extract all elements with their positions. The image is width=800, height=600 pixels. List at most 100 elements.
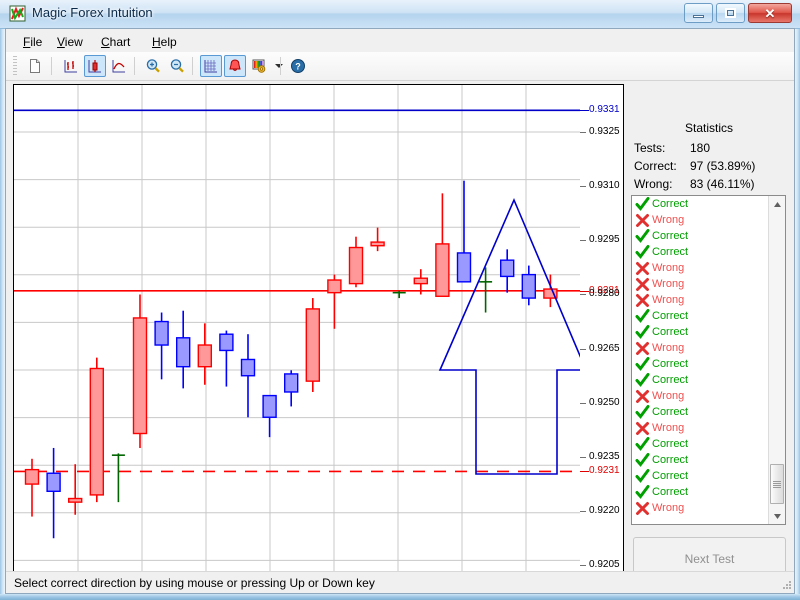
result-list-item[interactable]: Correct bbox=[632, 468, 769, 484]
title-bar: Magic Forex Intuition ✕ bbox=[0, 0, 800, 29]
result-list-item[interactable]: Correct bbox=[632, 452, 769, 468]
grid-toggle-button[interactable] bbox=[200, 55, 222, 77]
result-list-item[interactable]: Correct bbox=[632, 308, 769, 324]
color-settings-icon bbox=[252, 59, 266, 73]
price-axis-tick bbox=[580, 131, 586, 133]
menu-item-view[interactable]: View bbox=[50, 33, 90, 51]
scrollbar-thumb[interactable] bbox=[770, 464, 784, 504]
menu-item-help[interactable]: Help bbox=[145, 33, 184, 51]
result-list-item[interactable]: Wrong bbox=[632, 340, 769, 356]
prediction-arrow-up-icon[interactable] bbox=[438, 197, 580, 475]
chart-panel[interactable]: 0.9331 0.9325 0.9310 0.9295 0.9281 0.9280 0.92… bbox=[13, 84, 624, 588]
app-logo-icon bbox=[9, 5, 26, 22]
result-item-label: Correct bbox=[652, 437, 689, 450]
result-item-label: Correct bbox=[652, 485, 689, 498]
scrollbar-thumb-grip bbox=[773, 480, 781, 488]
scroll-down-button[interactable] bbox=[769, 508, 785, 524]
result-item-label: Wrong bbox=[652, 501, 685, 514]
wrong-label: Wrong: bbox=[634, 177, 673, 191]
price-axis-label: 0.9235 bbox=[589, 450, 620, 462]
check-icon bbox=[635, 452, 650, 467]
minimize-button[interactable] bbox=[684, 3, 713, 23]
result-list-item[interactable]: Wrong bbox=[632, 420, 769, 436]
resize-grip-icon[interactable] bbox=[780, 579, 792, 591]
new-test-icon bbox=[30, 59, 40, 73]
price-chart-plot[interactable] bbox=[14, 85, 580, 587]
price-axis-tick bbox=[580, 471, 589, 473]
menu-view-rest: iew bbox=[64, 35, 83, 49]
price-axis-tick bbox=[580, 402, 586, 404]
check-icon bbox=[635, 484, 650, 499]
result-list-item[interactable]: Correct bbox=[632, 324, 769, 340]
cross-icon bbox=[636, 293, 649, 307]
result-list-item[interactable]: Correct bbox=[632, 372, 769, 388]
cross-icon bbox=[636, 421, 649, 435]
zoom-in-button[interactable] bbox=[142, 55, 164, 77]
color-settings-button[interactable] bbox=[248, 55, 270, 77]
candlestick-chart-button[interactable] bbox=[84, 55, 106, 77]
result-list-item[interactable]: Correct bbox=[632, 244, 769, 260]
price-axis: 0.9331 0.9325 0.9310 0.9295 0.9281 0.9280 0.92… bbox=[580, 85, 623, 587]
toolbar-grip[interactable] bbox=[13, 56, 17, 76]
result-list-item[interactable]: Wrong bbox=[632, 276, 769, 292]
price-axis-tick bbox=[580, 565, 586, 567]
result-item-label: Correct bbox=[652, 229, 689, 242]
result-list-item[interactable]: Correct bbox=[632, 196, 769, 212]
price-axis-tick bbox=[580, 511, 586, 513]
result-list-item[interactable]: Wrong bbox=[632, 212, 769, 228]
zoom-out-button[interactable] bbox=[166, 55, 188, 77]
correct-value: 97 (53.89%) bbox=[690, 159, 756, 173]
scroll-up-button[interactable] bbox=[769, 196, 785, 212]
wrong-value: 83 (46.11%) bbox=[690, 177, 755, 191]
toolbar-separator-4 bbox=[280, 57, 281, 75]
price-axis-label: 0.9280 bbox=[589, 288, 620, 300]
menu-item-chart[interactable]: Chart bbox=[94, 33, 137, 51]
result-list-item[interactable]: Wrong bbox=[632, 292, 769, 308]
close-button[interactable]: ✕ bbox=[748, 3, 792, 23]
result-list-item[interactable]: Correct bbox=[632, 404, 769, 420]
check-icon bbox=[635, 244, 650, 259]
zoom-in-icon bbox=[146, 59, 160, 73]
price-axis-label: 0.9331 bbox=[589, 104, 620, 116]
price-axis-tick bbox=[580, 294, 586, 296]
menu-chart-rest: hart bbox=[109, 35, 131, 49]
grid-icon bbox=[204, 60, 217, 73]
price-axis-label: 0.9310 bbox=[589, 180, 620, 192]
result-list-item[interactable]: Correct bbox=[632, 356, 769, 372]
maximize-button[interactable] bbox=[716, 3, 745, 23]
toolbar-separator-2 bbox=[134, 57, 135, 75]
results-list: Correct Wrong Correct Correct Wrong Wrong Wron… bbox=[632, 196, 769, 516]
maximize-icon bbox=[725, 8, 736, 18]
result-list-item[interactable]: Correct bbox=[632, 228, 769, 244]
price-axis-label: 0.9205 bbox=[589, 559, 620, 571]
result-item-label: Correct bbox=[652, 373, 689, 386]
window-frame-bottom bbox=[0, 594, 800, 600]
toolbar-separator-1 bbox=[51, 57, 52, 75]
menu-bar: File View Chart Help bbox=[6, 29, 794, 53]
correct-label: Correct: bbox=[634, 159, 677, 173]
line-chart-button[interactable] bbox=[108, 55, 130, 77]
cross-icon bbox=[636, 277, 649, 291]
alert-toggle-button[interactable] bbox=[224, 55, 246, 77]
result-list-item[interactable]: Wrong bbox=[632, 260, 769, 276]
window-title: Magic Forex Intuition bbox=[32, 5, 153, 20]
results-scrollbar[interactable] bbox=[768, 196, 785, 524]
result-list-item[interactable]: Correct bbox=[632, 484, 769, 500]
result-item-label: Wrong bbox=[652, 389, 685, 402]
minimize-icon bbox=[693, 15, 704, 18]
result-item-label: Correct bbox=[652, 405, 689, 418]
tests-value: 180 bbox=[690, 141, 711, 155]
menu-item-file[interactable]: File bbox=[16, 33, 49, 51]
price-axis-tick bbox=[580, 290, 589, 292]
bar-chart-button[interactable] bbox=[60, 55, 82, 77]
result-list-item[interactable]: Wrong bbox=[632, 388, 769, 404]
statistics-title: Statistics bbox=[684, 121, 733, 135]
result-list-item[interactable]: Wrong bbox=[632, 500, 769, 516]
result-list-item[interactable]: Correct bbox=[632, 436, 769, 452]
help-button[interactable]: ? bbox=[287, 55, 309, 77]
price-axis-tick bbox=[580, 186, 586, 188]
check-icon bbox=[635, 436, 650, 451]
check-icon bbox=[635, 356, 650, 371]
results-list-box[interactable]: Correct Wrong Correct Correct Wrong Wrong Wron… bbox=[631, 195, 786, 525]
new-test-button[interactable] bbox=[24, 55, 46, 77]
